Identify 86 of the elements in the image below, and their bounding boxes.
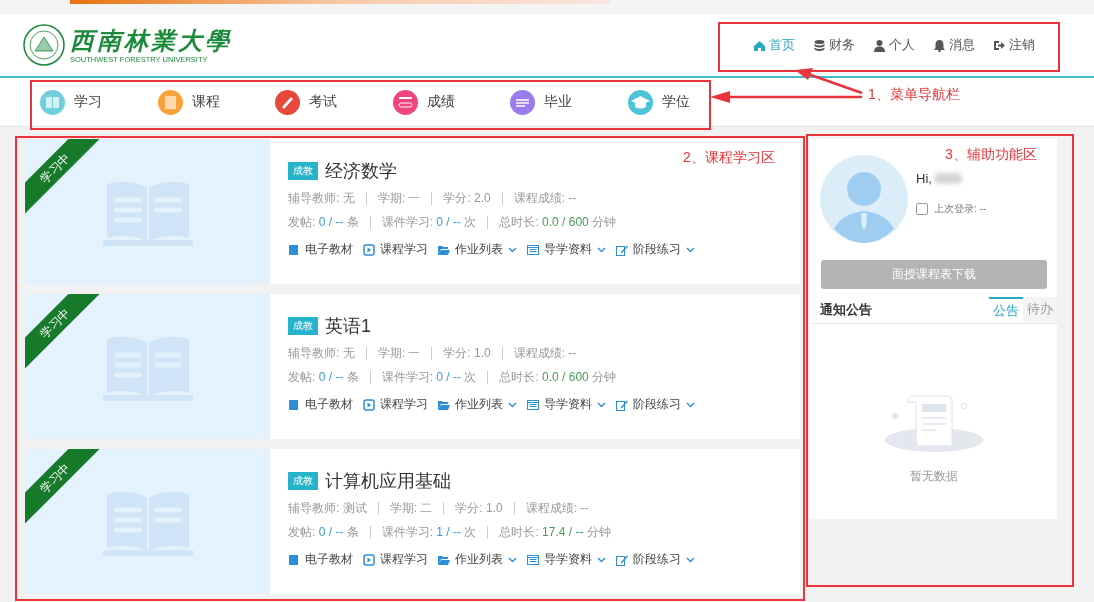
course-action-link[interactable]: 导学资料 (527, 551, 606, 568)
menu-item[interactable]: 学习 (40, 89, 158, 115)
nav-link[interactable]: 消息 (924, 36, 984, 54)
play-icon (363, 398, 375, 411)
course-stat: 课件学习: 0 / -- 次 (381, 369, 477, 386)
pencil-icon (275, 89, 300, 115)
course-stat: 发帖: 0 / -- 条 (288, 524, 359, 541)
menu-item[interactable]: 成绩 (392, 89, 510, 115)
course-meta: 学分: 1.0 (455, 500, 503, 517)
course-meta: 学期: 一 (377, 345, 421, 362)
home-icon (753, 38, 766, 52)
course-tag: 成教 (288, 162, 318, 180)
list-icon (527, 398, 539, 411)
folder-icon (157, 89, 183, 115)
course-meta: 辅导教师: 无 (288, 345, 355, 362)
course-meta: 学期: 二 (389, 500, 433, 517)
course-title: 计算机应用基础 (325, 470, 451, 493)
course-title: 英语1 (325, 315, 371, 338)
course-stat: 总时长: 0.0 / 600 分钟 (499, 214, 617, 231)
course-action-link[interactable]: 作业列表 (438, 241, 517, 258)
course-tag: 成教 (288, 472, 318, 490)
course-action-link[interactable]: 作业列表 (438, 396, 517, 413)
course-stat: 发帖: 0 / -- 条 (288, 369, 359, 386)
course-meta: 课程成绩: -- (513, 190, 577, 207)
course-stat: 课件学习: 0 / -- 次 (381, 214, 477, 231)
edit-icon (616, 243, 628, 256)
course-meta: 辅导教师: 无 (288, 190, 355, 207)
logout-icon (993, 38, 1006, 52)
menu-item[interactable]: 考试 (275, 89, 393, 115)
course-meta: 学分: 2.0 (443, 190, 491, 207)
greeting-text: Hi, (916, 171, 932, 186)
course-meta: 课程成绩: -- (525, 500, 589, 517)
course-action-link[interactable]: 电子教材 (288, 551, 353, 568)
course-action-link[interactable]: 阶段练习 (616, 396, 695, 413)
checkbox[interactable] (916, 203, 928, 215)
course-tag: 成教 (288, 317, 318, 335)
menu-item[interactable]: 课程 (157, 89, 275, 115)
course-action-link[interactable]: 课程学习 (363, 551, 428, 568)
course-action-link[interactable]: 导学资料 (527, 241, 606, 258)
course-meta: 学分: 1.0 (443, 345, 491, 362)
course-meta: 辅导教师: 测试 (288, 500, 367, 517)
avatar-icon (820, 155, 908, 243)
play-icon (363, 553, 375, 566)
course-meta: 课程成绩: -- (513, 345, 577, 362)
database-icon (813, 38, 826, 52)
blurred-name (933, 173, 962, 184)
empty-message: 暂无数据 (909, 468, 958, 485)
course-action-link[interactable]: 电子教材 (288, 396, 353, 413)
course-action-link[interactable]: 电子教材 (288, 241, 353, 258)
menu-item[interactable]: 毕业 (510, 89, 628, 115)
list-icon (527, 553, 539, 566)
course-stat: 总时长: 0.0 / 600 分钟 (499, 369, 617, 386)
course-action-link[interactable]: 导学资料 (527, 396, 606, 413)
course-action-link[interactable]: 阶段练习 (616, 241, 695, 258)
course-action-link[interactable]: 阶段练习 (616, 551, 695, 568)
edit-icon (616, 398, 628, 411)
menu-item[interactable]: 学位 (627, 89, 745, 115)
annotation-label: 2、课程学习区 (683, 149, 775, 167)
play-icon (363, 243, 375, 256)
section-title: 通知公告 (820, 301, 872, 319)
user-icon (873, 38, 886, 52)
folder-icon (438, 243, 450, 256)
message-icon (510, 89, 535, 115)
edit-icon (616, 553, 628, 566)
nav-link[interactable]: 财务 (804, 36, 864, 54)
folder-icon (438, 553, 450, 566)
course-meta: 学期: 一 (377, 190, 421, 207)
list-icon (527, 243, 539, 256)
seal-icon (22, 23, 66, 67)
course-stat: 总时长: 17.4 / -- 分钟 (499, 524, 611, 541)
nav-link[interactable]: 个人 (864, 36, 924, 54)
course-action-link[interactable]: 作业列表 (438, 551, 517, 568)
annotation-label: 1、菜单导航栏 (868, 86, 960, 104)
graduation-cap-icon (627, 89, 653, 115)
course-action-link[interactable]: 课程学习 (363, 241, 428, 258)
bell-icon (933, 38, 946, 52)
nav-link[interactable]: 注销 (984, 36, 1044, 54)
course-title: 经济数学 (325, 160, 397, 183)
logo-title: 西南林業大學 (70, 26, 232, 55)
score-icon (392, 89, 418, 115)
annotation-label: 3、辅助功能区 (945, 146, 1037, 164)
last-login-text: 上次登录: -- (934, 202, 987, 216)
course-stat: 发帖: 0 / -- 条 (288, 214, 359, 231)
course-action-link[interactable]: 课程学习 (363, 396, 428, 413)
course-stat: 课件学习: 1 / -- 次 (381, 524, 477, 541)
folder-icon (438, 398, 450, 411)
